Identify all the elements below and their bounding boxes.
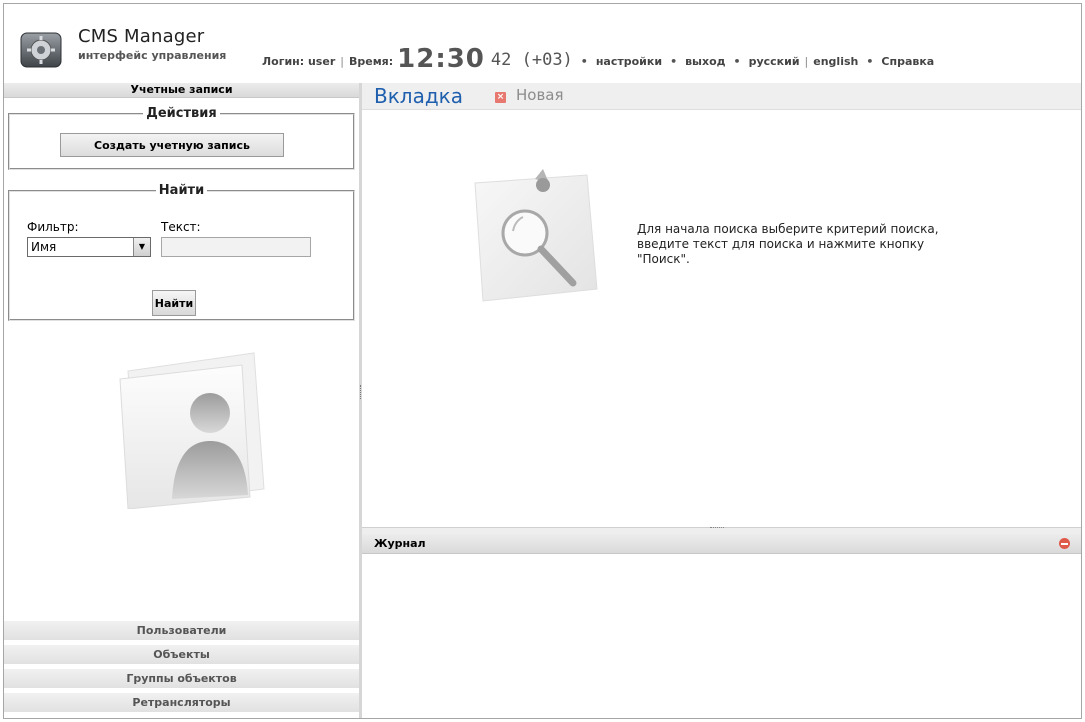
find-legend: Найти [158, 183, 205, 198]
journal-title: Журнал [374, 537, 426, 550]
language-russian-link[interactable]: русский [749, 55, 800, 68]
search-hint-text: Для начала поиска выберите критерий поис… [637, 222, 939, 266]
separator: | [340, 55, 344, 68]
journal-header: Журнал [362, 534, 1081, 554]
tab-active[interactable]: Вкладка [374, 83, 463, 109]
bullet-icon: • [580, 55, 588, 68]
filter-select-value: Имя [31, 240, 57, 254]
app-subtitle: интерфейс управления [78, 49, 227, 62]
bullet-icon: • [670, 55, 678, 68]
nav-objects[interactable]: Объекты [4, 644, 359, 664]
left-panel: Учетные записи Действия Создать учетную … [4, 83, 359, 718]
search-text-input[interactable] [161, 237, 311, 257]
language-english-link[interactable]: english [813, 55, 858, 68]
nav-repeaters[interactable]: Ретрансляторы [4, 692, 359, 712]
login-label: Логин: user [262, 55, 336, 68]
app-title: CMS Manager [78, 26, 205, 47]
nav-users[interactable]: Пользователи [4, 620, 359, 640]
bullet-icon: • [733, 55, 741, 68]
create-account-button[interactable]: Создать учетную запись [60, 133, 284, 157]
nav-object-groups[interactable]: Группы объектов [4, 668, 359, 688]
find-group: Найти Фильтр: Текст: Имя ▼ Найти [8, 183, 355, 321]
separator: | [804, 55, 809, 68]
settings-link[interactable]: настройки [596, 55, 662, 68]
accounts-panel-title[interactable]: Учетные записи [4, 83, 359, 98]
search-note-icon [474, 169, 598, 302]
time-label: Время: [348, 55, 394, 68]
filter-select[interactable]: Имя ▼ [27, 237, 151, 257]
find-button[interactable]: Найти [152, 290, 196, 316]
chevron-down-icon[interactable]: ▼ [133, 238, 150, 256]
splitter-grip-icon[interactable] [710, 527, 724, 529]
filter-label: Фильтр: [27, 220, 79, 234]
actions-legend: Действия [146, 106, 217, 121]
text-label: Текст: [161, 220, 201, 234]
header: CMS Manager интерфейс управления Логин: … [4, 4, 1081, 83]
bullet-icon: • [866, 55, 874, 68]
right-panel: Вкладка × Новая Для начала поиска выбери… [362, 83, 1081, 718]
user-account-icon [119, 352, 265, 509]
close-icon[interactable]: × [495, 92, 506, 103]
help-link[interactable]: Справка [881, 55, 934, 68]
header-status-line: Логин: user | Время: 12:30 42 (+03) • на… [262, 42, 934, 74]
minus-circle-icon[interactable] [1059, 538, 1070, 549]
actions-group: Действия Создать учетную запись [8, 106, 355, 170]
tab-new[interactable]: Новая [516, 83, 564, 107]
cms-logo-icon [20, 32, 62, 68]
logout-link[interactable]: выход [685, 55, 725, 68]
clock-seconds: 42 (+03) [490, 50, 573, 70]
tab-bar: Вкладка × Новая [362, 83, 1081, 110]
clock-time: 12:30 [397, 44, 485, 74]
